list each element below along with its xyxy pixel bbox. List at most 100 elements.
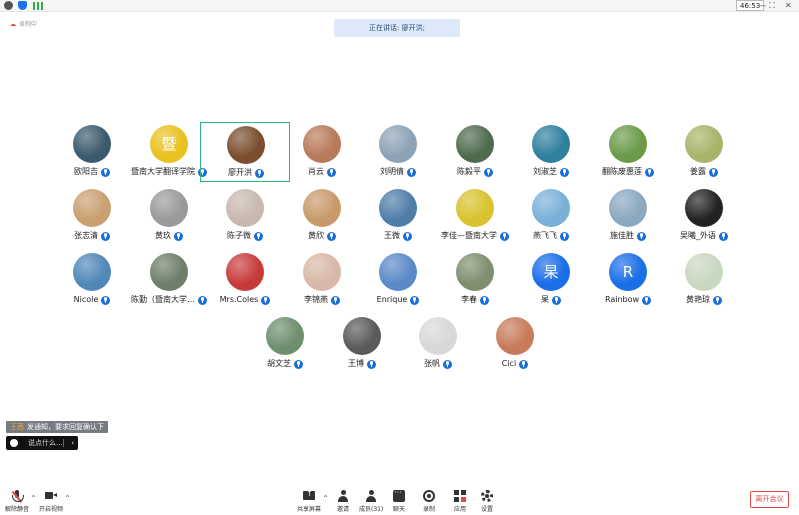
title-bar: 46:53 — ⛶ ✕ — [0, 0, 799, 12]
avatar — [227, 126, 265, 164]
microphone-icon — [101, 295, 111, 305]
participant-name: 张帆 — [424, 359, 440, 368]
participant-name: 廖开洪 — [228, 168, 252, 177]
avatar — [379, 125, 417, 163]
chat-input-bar[interactable]: 说点什么... ‹ — [6, 436, 78, 450]
avatar — [73, 189, 111, 227]
microphone-icon — [367, 359, 376, 369]
avatar — [379, 253, 417, 291]
chat-toast[interactable]: 王茜 发通知，要求回复确认下 — [6, 421, 108, 433]
participant-name: 胡文芝 — [267, 359, 291, 368]
chevron-left-icon[interactable]: ‹ — [71, 436, 74, 450]
settings-button[interactable]: 设置 — [477, 487, 497, 515]
participant-name: Cici — [501, 359, 517, 368]
avatar — [226, 189, 264, 227]
microphone-icon — [560, 231, 569, 241]
participant-name: 刘淑芝 — [533, 167, 557, 176]
members-label: 成员(31) — [359, 506, 384, 513]
avatar — [150, 253, 188, 291]
members-button[interactable]: 成员(31) — [359, 487, 383, 515]
microphone-icon — [101, 231, 110, 241]
camera-off-icon — [45, 490, 57, 502]
participant-name: 陈勤（暨南大学… — [131, 295, 195, 304]
participant-tile[interactable]: 姜露 — [659, 122, 749, 182]
start-video-button[interactable]: 开启视频 — [38, 487, 64, 515]
participant-tile[interactable]: 吴曦_外语 — [659, 186, 749, 246]
microphone-icon — [331, 295, 340, 305]
chat-toast-text: 发通知，要求回复确认下 — [27, 423, 104, 431]
audio-options-caret-icon[interactable]: ^ — [31, 495, 36, 502]
avatar — [685, 125, 723, 163]
chat-bubble-icon — [393, 488, 405, 502]
invite-button[interactable]: 邀请 — [333, 487, 353, 515]
emoji-icon[interactable] — [10, 439, 18, 447]
microphone-icon — [719, 231, 728, 241]
gear-icon — [481, 490, 493, 502]
avatar — [609, 125, 647, 163]
microphone-icon — [294, 359, 303, 369]
avatar — [303, 125, 341, 163]
share-screen-button[interactable]: 共享屏幕 — [297, 487, 321, 515]
video-options-caret-icon[interactable]: ^ — [65, 495, 70, 502]
meeting-toolbar: 解除静音 ^ 开启视频 ^ 共享屏幕 ^ 邀请 成员(31) 聊天 录制 应用 … — [0, 487, 799, 515]
fullscreen-icon[interactable]: ⛶ — [769, 0, 775, 11]
microphone-icon — [101, 167, 110, 177]
share-options-caret-icon[interactable]: ^ — [323, 495, 328, 502]
avatar — [303, 189, 341, 227]
avatar: 暨 — [150, 125, 188, 163]
microphone-icon — [645, 167, 654, 177]
recording-indicator: ☁ 录制中 — [10, 19, 37, 28]
chat-input-placeholder[interactable]: 说点什么... — [28, 436, 63, 450]
record-button[interactable]: 录制 — [419, 487, 439, 515]
participant-name-row: 吴曦_外语 — [659, 230, 749, 242]
avatar — [609, 189, 647, 227]
participant-name: 燕飞飞 — [533, 231, 557, 240]
avatar — [73, 253, 111, 291]
avatar: R — [609, 253, 647, 291]
share-screen-label: 共享屏幕 — [297, 506, 322, 513]
participant-name: 李锦燕 — [304, 295, 328, 304]
unmute-label: 解除静音 — [4, 506, 29, 513]
participant-name: Enrique — [376, 295, 408, 304]
participant-tile[interactable]: 黄艳琼 — [659, 250, 749, 310]
microphone-icon — [637, 231, 646, 241]
microphone-icon — [327, 231, 336, 241]
avatar — [496, 317, 534, 355]
microphone-icon — [254, 231, 263, 241]
participant-name: Mrs.Coles — [219, 295, 259, 304]
avatar — [226, 253, 264, 291]
participant-name: 肖云 — [308, 167, 324, 176]
record-icon — [423, 490, 435, 502]
chat-toast-sender: 王茜 — [10, 423, 24, 431]
cloud-record-icon: ☁ — [10, 21, 16, 28]
participant-name-row: 姜露 — [659, 166, 749, 178]
avatar — [532, 125, 570, 163]
microphone-icon — [480, 295, 489, 305]
minimize-icon[interactable]: — — [758, 0, 766, 11]
settings-label: 设置 — [480, 506, 493, 513]
leave-meeting-button[interactable]: 离开会议 — [750, 491, 789, 508]
security-shield-icon[interactable] — [18, 1, 27, 10]
chat-button[interactable]: 聊天 — [389, 487, 409, 515]
close-icon[interactable]: ✕ — [785, 0, 792, 11]
participant-name: 欧阳吉 — [74, 167, 98, 176]
participant-tile[interactable]: Cici — [470, 314, 560, 374]
participant-name: 李佳—暨南大学 — [441, 231, 497, 240]
avatar — [685, 253, 723, 291]
avatar — [343, 317, 381, 355]
microphone-icon — [327, 167, 336, 177]
info-icon[interactable] — [4, 1, 13, 10]
avatar — [532, 189, 570, 227]
microphone-icon — [174, 231, 183, 241]
microphone-icon — [410, 295, 420, 305]
microphone-icon — [519, 359, 529, 369]
apps-button[interactable]: 应用 — [450, 487, 470, 515]
network-signal-icon[interactable] — [33, 2, 43, 10]
avatar — [266, 317, 304, 355]
apps-grid-icon — [454, 490, 466, 502]
unmute-button[interactable]: 解除静音 — [4, 487, 30, 515]
participant-name: 王博 — [348, 359, 364, 368]
share-screen-icon — [303, 489, 315, 500]
participant-name: 黄玖 — [155, 231, 171, 240]
participant-name: Nicole — [73, 295, 99, 304]
